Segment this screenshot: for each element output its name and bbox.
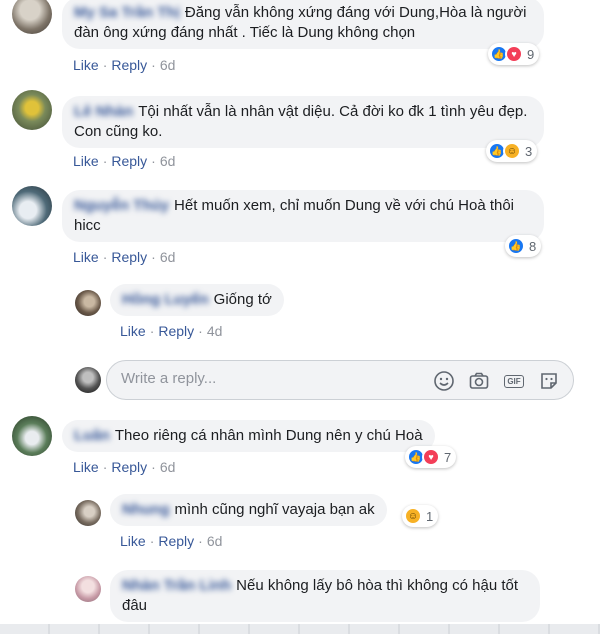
- reply-text: Giống tớ: [213, 291, 272, 308]
- current-user-avatar: [75, 367, 101, 393]
- reply-input[interactable]: [121, 370, 421, 387]
- comment-text: Theo riêng cá nhân mình Dung nên y chú H…: [114, 427, 423, 444]
- comment-time[interactable]: 6d: [160, 57, 176, 73]
- comment-actions: Like · Reply · 6d: [73, 153, 176, 169]
- haha-reaction-icon: ☺: [404, 507, 422, 525]
- camera-icon[interactable]: [467, 369, 491, 393]
- reply-composer[interactable]: GIF: [106, 360, 574, 400]
- reaction-count: 3: [525, 143, 533, 159]
- reply-author[interactable]: Nhung: [122, 501, 169, 518]
- reply-bubble: Hồng Luyến Giống tớ: [110, 284, 284, 316]
- reply-time[interactable]: 6d: [207, 533, 223, 549]
- bottom-strip: [0, 624, 600, 634]
- like-link[interactable]: Like: [73, 57, 99, 73]
- sticker-icon[interactable]: [537, 369, 561, 393]
- like-link[interactable]: Like: [73, 459, 99, 475]
- reaction-count: 1: [426, 508, 434, 524]
- comment-author[interactable]: My Sa Trần Thị: [74, 4, 180, 21]
- comment-bubble: Nguyễn Thúy Hết muốn xem, chỉ muốn Dung v…: [62, 190, 544, 242]
- reply-link[interactable]: Reply: [111, 249, 147, 265]
- comment-bubble: Luân Theo riêng cá nhân mình Dung nên y c…: [62, 420, 435, 452]
- reply-bubble: Nhàn Trần Linh Nếu không lấy bô hòa thì k…: [110, 570, 540, 622]
- reply-actions: Like · Reply · 6d: [120, 533, 223, 549]
- like-link[interactable]: Like: [73, 249, 99, 265]
- reply-link[interactable]: Reply: [158, 533, 194, 549]
- avatar[interactable]: [12, 416, 52, 456]
- reply-author[interactable]: Nhàn Trần Linh: [122, 577, 231, 594]
- love-reaction-icon: ♥: [505, 45, 523, 63]
- reaction-summary[interactable]: ☺ 1: [402, 505, 439, 527]
- avatar[interactable]: [75, 576, 101, 602]
- avatar[interactable]: [12, 0, 52, 34]
- comment-author[interactable]: Luân: [74, 427, 110, 444]
- comment-bubble: My Sa Trần Thị Đăng vẫn không xứng đáng v…: [62, 0, 544, 49]
- reaction-summary[interactable]: 👍 ♥ 7: [405, 446, 457, 468]
- comment-author[interactable]: Lê Nhàn: [74, 103, 133, 120]
- emoji-icon[interactable]: [432, 369, 456, 393]
- comment-time[interactable]: 6d: [160, 459, 176, 475]
- comment-text: Tội nhất vẫn là nhân vật diệu. Cả đời ko…: [74, 103, 528, 140]
- reply-text: mình cũng nghĩ vayaja bạn ak: [174, 501, 375, 518]
- comment-time[interactable]: 6d: [160, 249, 176, 265]
- reply-time[interactable]: 4d: [207, 323, 223, 339]
- like-reaction-icon: 👍: [507, 237, 525, 255]
- love-reaction-icon: ♥: [422, 448, 440, 466]
- reply-link[interactable]: Reply: [111, 459, 147, 475]
- comment-actions: Like · Reply · 6d: [73, 57, 176, 73]
- reply-link[interactable]: Reply: [111, 153, 147, 169]
- like-link[interactable]: Like: [120, 533, 146, 549]
- reaction-summary[interactable]: 👍 8: [505, 235, 542, 257]
- comment-actions: Like · Reply · 6d: [73, 249, 176, 265]
- reply-link[interactable]: Reply: [111, 57, 147, 73]
- like-link[interactable]: Like: [73, 153, 99, 169]
- comment-bubble: Lê Nhàn Tội nhất vẫn là nhân vật diệu. Cả…: [62, 96, 544, 148]
- avatar[interactable]: [12, 90, 52, 130]
- reply-bubble: Nhung mình cũng nghĩ vayaja bạn ak: [110, 494, 387, 526]
- reaction-summary[interactable]: 👍 ♥ 9: [488, 43, 540, 65]
- comment-author[interactable]: Nguyễn Thúy: [74, 197, 169, 214]
- reply-author[interactable]: Hồng Luyến: [122, 291, 209, 308]
- avatar[interactable]: [75, 290, 101, 316]
- reaction-count: 7: [444, 449, 452, 465]
- reply-link[interactable]: Reply: [158, 323, 194, 339]
- reaction-summary[interactable]: 👍 ☺ 3: [486, 140, 538, 162]
- like-link[interactable]: Like: [120, 323, 146, 339]
- haha-reaction-icon: ☺: [503, 142, 521, 160]
- gif-icon[interactable]: GIF: [502, 369, 526, 393]
- avatar[interactable]: [12, 186, 52, 226]
- comment-time[interactable]: 6d: [160, 153, 176, 169]
- reaction-count: 9: [527, 46, 535, 62]
- reaction-count: 8: [529, 238, 537, 254]
- reply-actions: Like · Reply · 4d: [120, 323, 223, 339]
- avatar[interactable]: [75, 500, 101, 526]
- comment-actions: Like · Reply · 6d: [73, 459, 176, 475]
